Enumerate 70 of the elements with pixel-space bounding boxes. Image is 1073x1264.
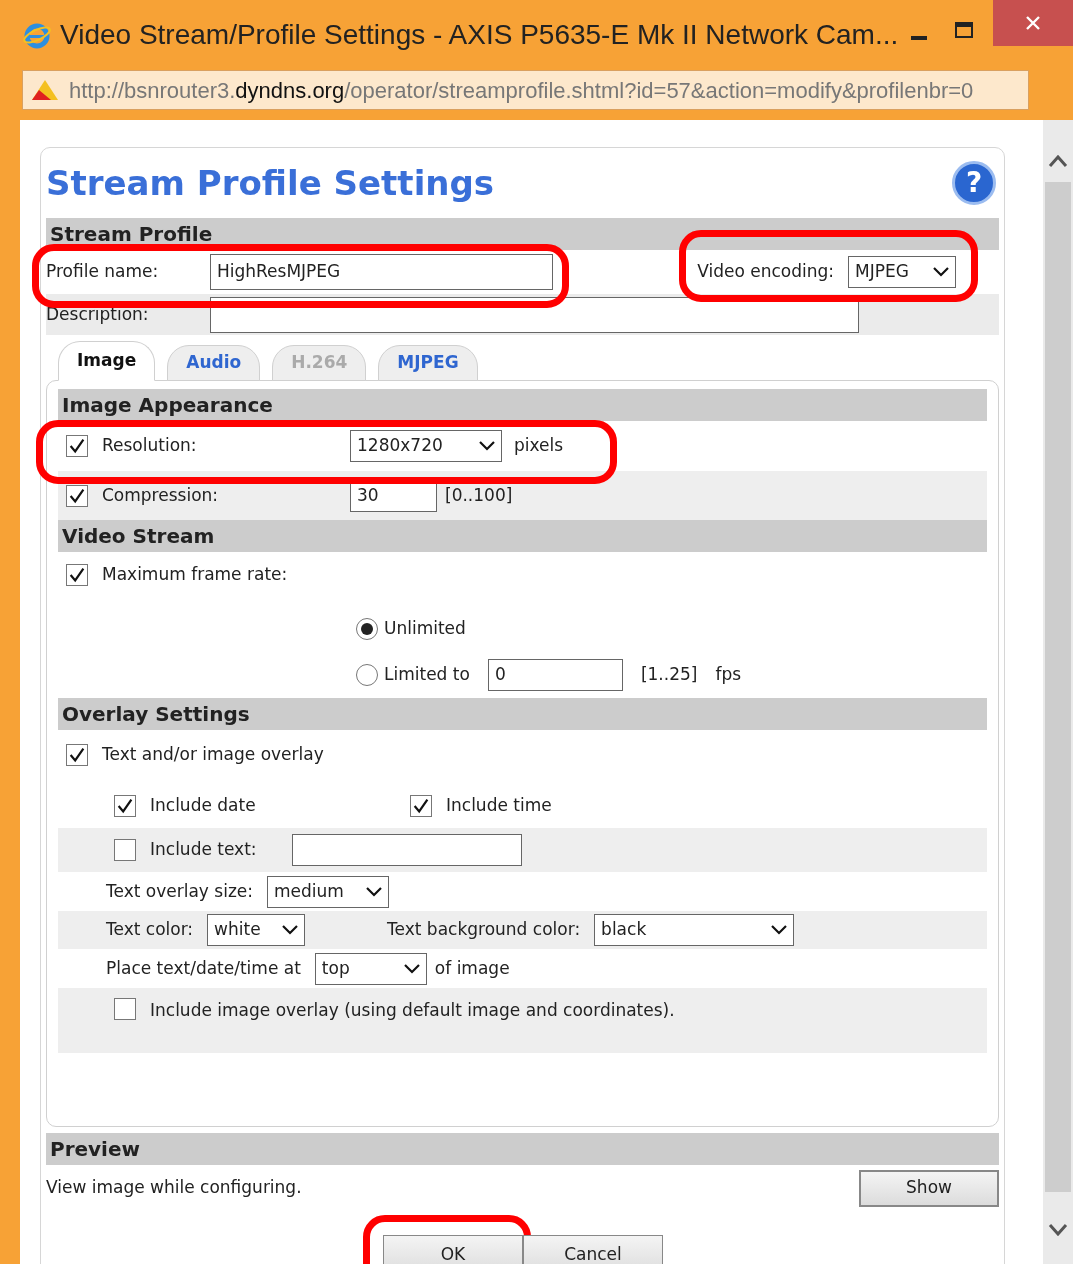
input-field[interactable] xyxy=(292,834,522,866)
dropdown[interactable]: top xyxy=(314,952,427,985)
show-button[interactable]: Show xyxy=(859,1169,999,1207)
label: [1..25] xyxy=(640,663,698,687)
radio-button[interactable] xyxy=(356,664,378,686)
dialog-button[interactable]: OK xyxy=(383,1235,523,1264)
window-title: Video Stream/Profile Settings - AXIS P5635-E Mk II Network Cam... xyxy=(60,18,899,52)
checkbox[interactable] xyxy=(410,795,432,817)
label: Compression: xyxy=(102,483,220,507)
scroll-down-icon[interactable] xyxy=(1048,1224,1068,1236)
label: Limited to xyxy=(384,663,470,687)
section-header: Image Appearance xyxy=(58,389,987,421)
label: Unlimited xyxy=(384,617,466,641)
label: of image xyxy=(434,956,510,980)
label: [0..100] xyxy=(445,483,513,507)
chevron-down-icon xyxy=(479,441,495,451)
checkbox[interactable] xyxy=(66,435,88,457)
label: Text color: xyxy=(106,918,194,942)
label: Description: xyxy=(46,302,150,326)
preview-description: View image while configuring. xyxy=(46,1176,302,1200)
chevron-down-icon xyxy=(403,963,420,974)
label: Text background color: xyxy=(387,918,581,942)
page-title: Stream Profile Settings xyxy=(46,161,495,205)
scrollbar-thumb[interactable] xyxy=(1045,182,1071,1192)
chevron-down-icon xyxy=(771,925,788,935)
label: Text overlay size: xyxy=(106,879,253,903)
dropdown[interactable]: black xyxy=(594,914,795,946)
close-icon xyxy=(1026,16,1040,30)
scroll-up-icon[interactable] xyxy=(1048,155,1068,167)
checkbox[interactable] xyxy=(66,744,88,766)
label: Video encoding: xyxy=(697,260,834,284)
section-header: Overlay Settings xyxy=(58,698,987,730)
label: Text and/or image overlay xyxy=(102,743,324,767)
dialog-button[interactable]: Cancel xyxy=(523,1235,663,1264)
label: Include text: xyxy=(150,838,258,862)
address-bar[interactable]: http://bsnrouter3.dyndns.org/operator/streamprofile.shtml?id=57&action=modify&profilenbr=0 xyxy=(22,70,1029,110)
input-field[interactable]: 0 xyxy=(487,659,623,691)
tab[interactable]: MJPEG xyxy=(378,345,478,381)
tab[interactable]: Image xyxy=(58,341,156,381)
chevron-down-icon xyxy=(282,925,299,935)
label: pixels xyxy=(514,434,564,458)
checkbox[interactable] xyxy=(66,564,88,586)
label: Maximum frame rate: xyxy=(102,563,288,587)
help-button[interactable]: ? xyxy=(952,161,996,205)
chevron-down-icon xyxy=(366,886,382,897)
label: Include image overlay (using default image and coordinates). xyxy=(150,999,675,1022)
label: Place text/date/time at xyxy=(106,956,301,980)
label: Include date xyxy=(150,794,257,818)
dropdown[interactable]: white xyxy=(207,914,306,946)
input-field[interactable]: HighResMJPEG xyxy=(210,254,553,290)
checkbox[interactable] xyxy=(114,839,136,861)
label: Profile name: xyxy=(46,260,160,284)
section-header: Video Stream xyxy=(58,520,987,552)
label: fps xyxy=(715,663,742,687)
url-text: http://bsnrouter3.dyndns.org/operator/streamprofile.shtml?id=57&action=modify&profilenbr=0 xyxy=(69,76,974,105)
checkbox[interactable] xyxy=(114,998,136,1020)
checkbox[interactable] xyxy=(114,795,136,817)
scrollbar[interactable] xyxy=(1043,120,1073,1264)
radio-button[interactable] xyxy=(356,618,378,640)
dropdown[interactable]: MJPEG xyxy=(848,256,956,288)
checkbox[interactable] xyxy=(66,484,88,507)
tab[interactable]: Audio xyxy=(167,345,261,381)
section-header: Preview xyxy=(46,1133,999,1165)
dropdown[interactable]: medium xyxy=(267,875,389,908)
warning-icon xyxy=(31,79,59,101)
dropdown[interactable]: 1280x720 xyxy=(350,430,502,462)
maximize-icon[interactable] xyxy=(955,22,973,38)
label: Resolution: xyxy=(102,434,198,458)
chevron-down-icon xyxy=(933,267,949,277)
label: Include time xyxy=(446,794,552,818)
